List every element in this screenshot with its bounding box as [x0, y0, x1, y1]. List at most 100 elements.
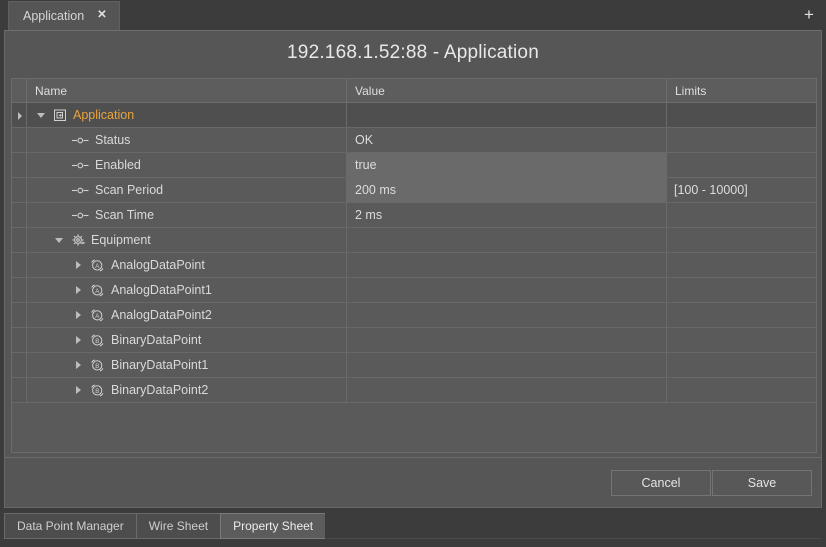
cell-name[interactable]: Status: [27, 128, 347, 152]
property-sheet-panel: 192.168.1.52:88 - Application Name Value…: [4, 30, 822, 508]
cell-limits: [667, 278, 816, 302]
chevron-right-icon[interactable]: [73, 285, 84, 296]
save-button[interactable]: Save: [712, 470, 812, 496]
page-title: 192.168.1.52:88 - Application: [5, 31, 821, 75]
table-row[interactable]: Enabled true: [12, 153, 816, 178]
cell-name[interactable]: Equipment: [27, 228, 347, 252]
table-row[interactable]: B BinaryDataPoint2: [12, 378, 816, 403]
twisty-spacer: [55, 210, 66, 221]
cell-name[interactable]: Scan Period: [27, 178, 347, 202]
cell-name[interactable]: Application: [27, 103, 347, 127]
column-header-limits[interactable]: Limits: [667, 79, 816, 103]
node-label: BinaryDataPoint2: [111, 383, 208, 397]
chevron-down-icon[interactable]: [55, 235, 66, 246]
chevron-right-icon[interactable]: [73, 335, 84, 346]
table-row[interactable]: B BinaryDataPoint1: [12, 353, 816, 378]
table-row[interactable]: AAnalogDataPoint2: [12, 303, 816, 328]
cell-limits: [667, 128, 816, 152]
row-gutter: [12, 178, 27, 202]
node-label: Enabled: [95, 158, 141, 172]
table-row[interactable]: Scan Period200 ms[100 - 10000]: [12, 178, 816, 203]
cell-value: [347, 303, 667, 327]
twisty-spacer: [55, 135, 66, 146]
column-header-value[interactable]: Value: [347, 79, 667, 103]
table-row[interactable]: AAnalogDataPoint1: [12, 278, 816, 303]
cell-name[interactable]: AAnalogDataPoint2: [27, 303, 347, 327]
slot-icon: [71, 183, 90, 198]
column-header-name[interactable]: Name: [27, 79, 347, 103]
cell-limits: [100 - 10000]: [667, 178, 816, 202]
chevron-right-icon[interactable]: [14, 110, 25, 121]
cell-value: [347, 253, 667, 277]
row-gutter: [12, 253, 27, 277]
svg-text:B: B: [95, 339, 99, 345]
chevron-right-icon[interactable]: [73, 385, 84, 396]
table-row[interactable]: Application: [12, 103, 816, 128]
analog-point-icon: A: [89, 308, 106, 323]
cell-limits: [667, 153, 816, 177]
cell-value: [347, 228, 667, 252]
table-row[interactable]: StatusOK: [12, 128, 816, 153]
chevron-down-icon[interactable]: [37, 110, 48, 121]
cell-value: [347, 103, 667, 127]
svg-text:B: B: [95, 364, 99, 370]
table-row[interactable]: Scan Time2 ms: [12, 203, 816, 228]
row-gutter: [12, 353, 27, 377]
table-row[interactable]: A AnalogDataPoint: [12, 253, 816, 278]
cell-value: [347, 328, 667, 352]
cell-value: 2 ms: [347, 203, 667, 227]
row-gutter: [12, 303, 27, 327]
application-window: Application ✕ + 192.168.1.52:88 - Applic…: [0, 0, 826, 547]
view-tab-bar: Data Point ManagerWire SheetProperty She…: [4, 513, 822, 543]
binary-point-icon: B: [89, 383, 106, 398]
row-gutter: [12, 328, 27, 352]
chevron-right-icon[interactable]: [73, 360, 84, 371]
table-row[interactable]: Equipment: [12, 228, 816, 253]
node-label: Equipment: [91, 233, 151, 247]
chevron-right-icon[interactable]: [73, 260, 84, 271]
cell-name[interactable]: A AnalogDataPoint: [27, 253, 347, 277]
cell-limits: [667, 228, 816, 252]
node-label: BinaryDataPoint1: [111, 358, 208, 372]
svg-text:B: B: [95, 389, 99, 395]
cell-value: OK: [347, 128, 667, 152]
table-body: Application StatusOK Enabled trueScan Perio…: [12, 103, 816, 403]
value-field[interactable]: 200 ms: [347, 178, 667, 202]
cancel-button[interactable]: Cancel: [611, 470, 711, 496]
cell-name[interactable]: B BinaryDataPoint2: [27, 378, 347, 402]
value-field[interactable]: true: [347, 153, 667, 177]
cell-name[interactable]: B BinaryDataPoint: [27, 328, 347, 352]
chevron-right-icon[interactable]: [73, 310, 84, 321]
add-tab-icon[interactable]: +: [801, 7, 817, 23]
document-tab-application[interactable]: Application ✕: [8, 1, 120, 30]
cell-name[interactable]: Scan Time: [27, 203, 347, 227]
document-tab-label: Application: [23, 9, 84, 23]
view-tab-wire-sheet[interactable]: Wire Sheet: [136, 513, 221, 539]
dialog-button-bar: Cancel Save: [5, 457, 821, 507]
cell-name[interactable]: B BinaryDataPoint1: [27, 353, 347, 377]
node-label: BinaryDataPoint: [111, 333, 201, 347]
row-gutter: [12, 128, 27, 152]
view-tab-property-sheet[interactable]: Property Sheet: [220, 513, 326, 539]
row-gutter: [12, 203, 27, 227]
close-icon[interactable]: ✕: [97, 10, 107, 22]
cell-name[interactable]: AAnalogDataPoint1: [27, 278, 347, 302]
cell-name[interactable]: Enabled: [27, 153, 347, 177]
property-table: Name Value Limits ApplicationStatusOKEna…: [11, 78, 817, 453]
binary-point-icon: B: [89, 358, 106, 373]
cell-limits: [667, 303, 816, 327]
slot-icon: [71, 208, 90, 223]
node-label: Application: [73, 108, 134, 122]
table-header-row: Name Value Limits: [12, 79, 816, 103]
node-label: AnalogDataPoint: [111, 258, 205, 272]
application-icon: [53, 108, 68, 123]
slot-icon: [71, 133, 90, 148]
table-row[interactable]: B BinaryDataPoint: [12, 328, 816, 353]
twisty-spacer: [55, 185, 66, 196]
cell-limits: [667, 378, 816, 402]
view-tab-data-point-manager[interactable]: Data Point Manager: [4, 513, 137, 539]
svg-text:A: A: [95, 289, 99, 295]
analog-point-icon: A: [89, 258, 106, 273]
row-gutter: [12, 153, 27, 177]
row-gutter: [12, 378, 27, 402]
